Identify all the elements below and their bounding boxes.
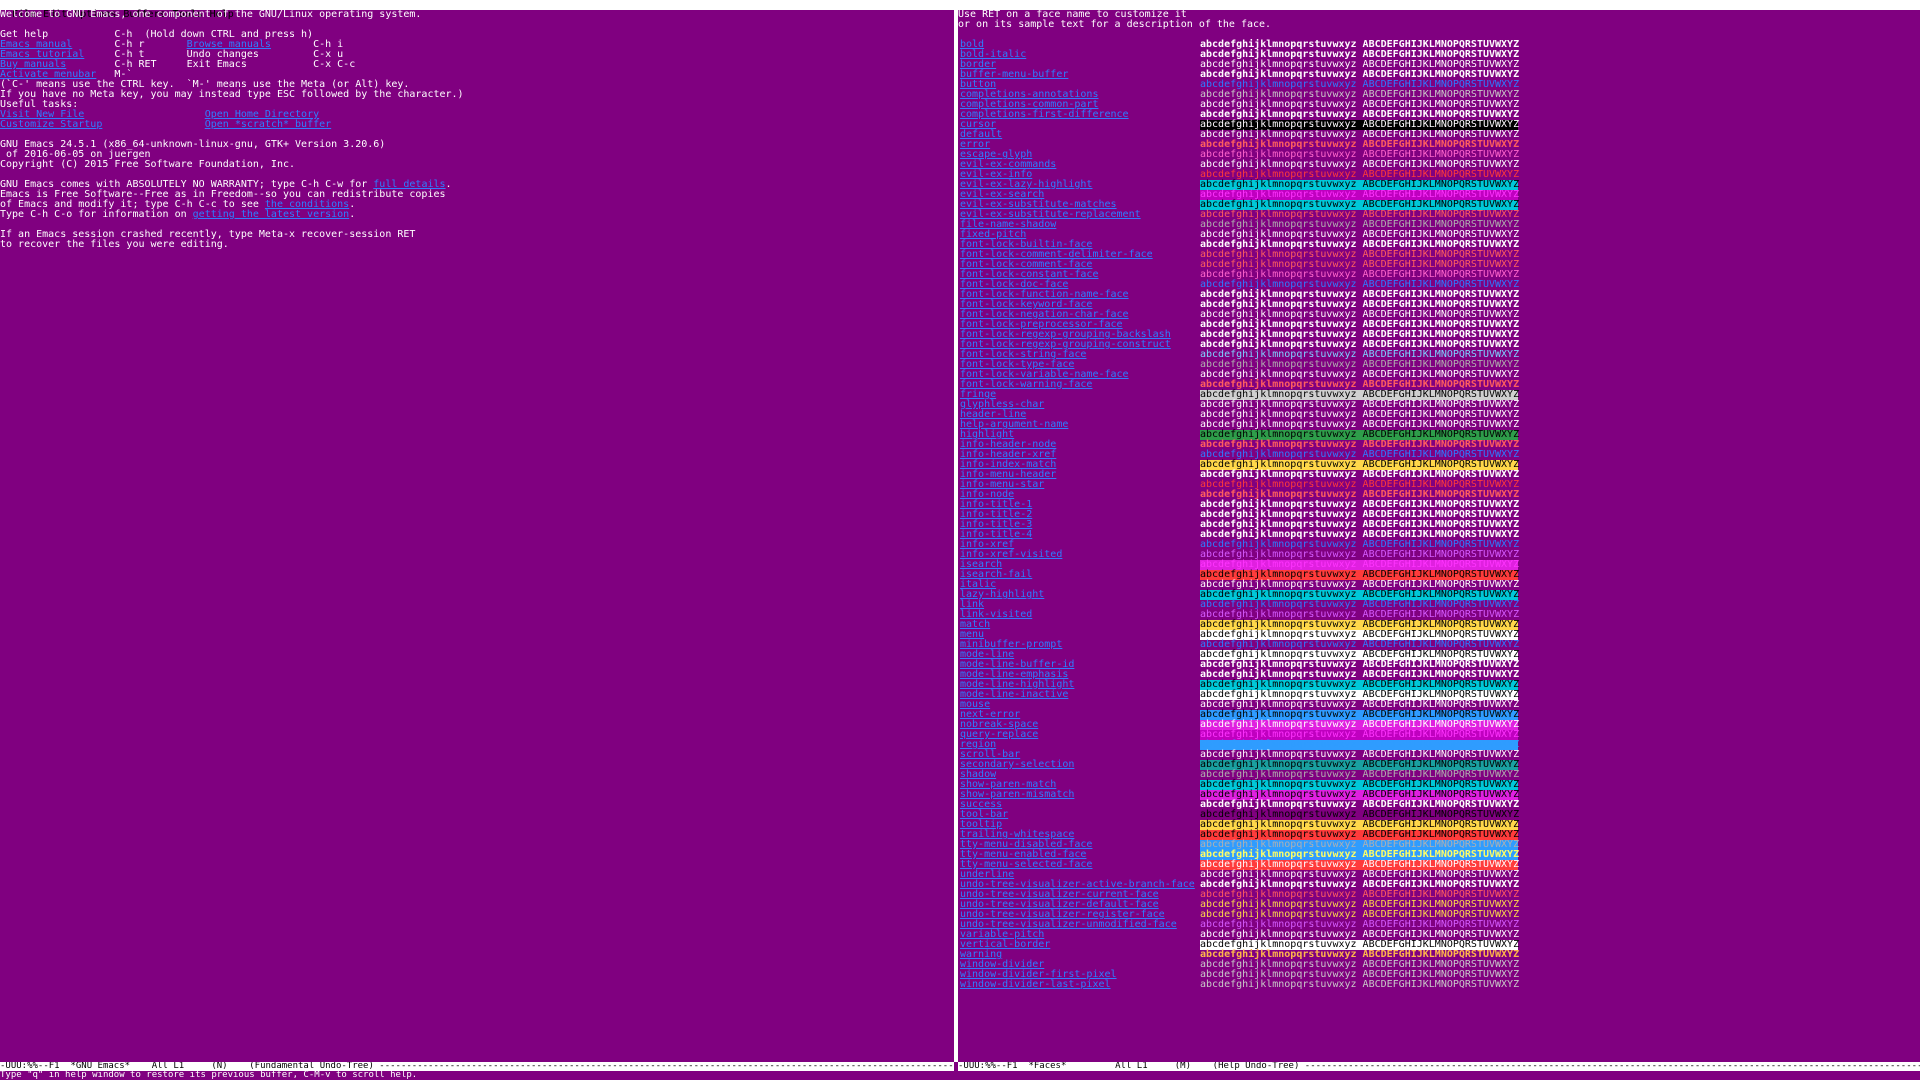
mode-line-right[interactable]: -UUU:%%--F1 *Faces* All L1 (M) (Help Und… (958, 1062, 1920, 1071)
text: . (445, 179, 452, 190)
text: Type C-h C-o for information on (0, 209, 193, 220)
faces-window[interactable]: Use RET on a face name to customize it o… (958, 10, 1920, 1062)
buffer-line: Buy manuals C-h RET Exit Emacs C-x C-c (0, 60, 954, 70)
buffer-line: Customize Startup Open *scratch* buffer (0, 120, 954, 130)
gnu-emacs-window[interactable]: Welcome to GNU Emacs, one component of t… (0, 10, 954, 1062)
text: . (349, 209, 356, 220)
buffer-line: If you have no Meta key, you may instead… (0, 90, 954, 100)
face-name-link[interactable]: window-divider-last-pixel (960, 980, 1111, 990)
buffer-line: Copyright (C) 2015 Free Software Foundat… (0, 160, 954, 170)
buffer-line: Welcome to GNU Emacs, one component of t… (0, 10, 954, 20)
link[interactable]: Customize Startup (0, 119, 102, 130)
menu-bar: File Edit Options Buffers Tools Help (0, 0, 1920, 20)
text: Copyright (C) 2015 Free Software Foundat… (0, 159, 296, 170)
buffer-line: to recover the files you were editing. (0, 240, 954, 250)
buffer-line: Type C-h C-o for information on getting … (0, 210, 954, 220)
face-row: window-divider-last-pixel abcdefghijklmno… (958, 980, 1920, 990)
link[interactable]: getting the latest version (193, 209, 350, 220)
faces-header-line: or on its sample text for a description … (958, 19, 1272, 30)
link[interactable]: Open *scratch* buffer (205, 119, 331, 130)
face-sample-text[interactable]: abcdefghijklmnopqrstuvwxyz ABCDEFGHIJKLM… (1200, 980, 1519, 990)
text (102, 119, 204, 130)
echo-area: Type "q" in help window to restore its p… (0, 1070, 418, 1080)
text: to recover the files you were editing. (0, 239, 229, 250)
text: Welcome to GNU Emacs, one component of t… (0, 10, 422, 20)
